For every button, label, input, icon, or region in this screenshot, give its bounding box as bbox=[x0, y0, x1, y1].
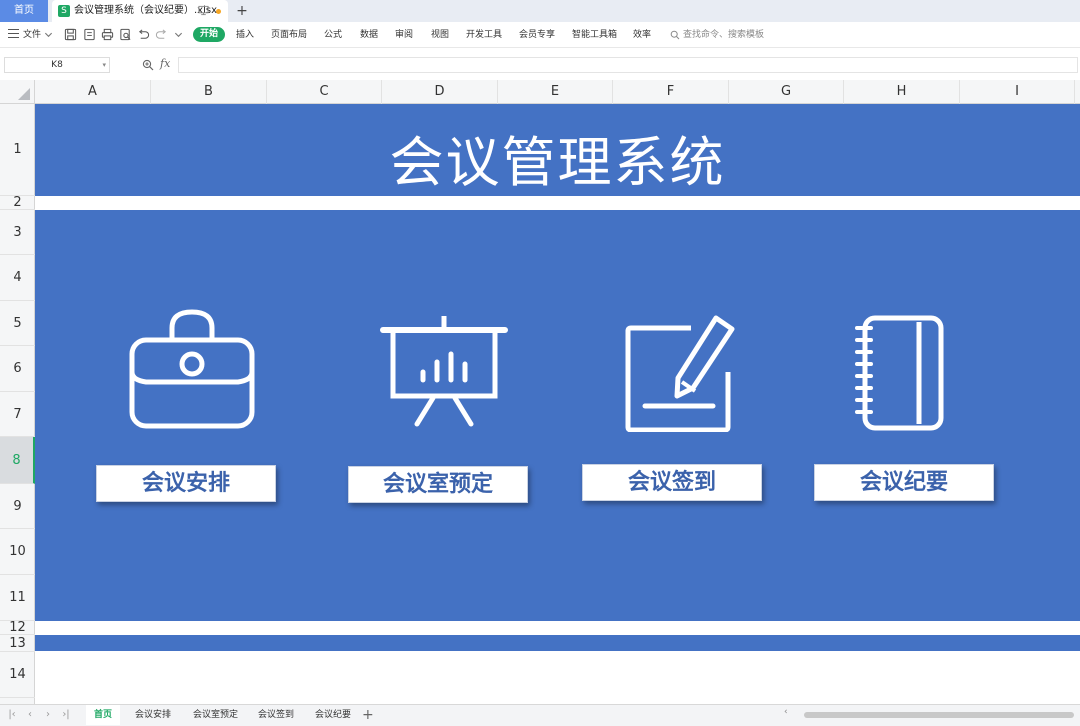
briefcase-icon[interactable] bbox=[126, 304, 258, 434]
menu-formulas[interactable]: 公式 bbox=[324, 27, 342, 43]
first-sheet-icon[interactable]: |‹ bbox=[6, 708, 18, 722]
spreadsheet-file-icon: S bbox=[58, 5, 70, 17]
window-tab-bar: 首页 S 会议管理系统（会议纪要）.xlsx + bbox=[0, 0, 1080, 22]
edit-pencil-icon[interactable] bbox=[621, 314, 739, 432]
sheet-canvas[interactable]: 会议管理系统 会议安排 会议室预定 会议签到 会议纪要 bbox=[35, 104, 1080, 704]
column-header-g[interactable]: G bbox=[729, 80, 844, 104]
menu-view[interactable]: 视图 bbox=[431, 27, 449, 43]
search-icon bbox=[670, 30, 680, 40]
export-pdf-icon[interactable] bbox=[83, 28, 96, 41]
next-sheet-icon[interactable]: › bbox=[42, 708, 54, 722]
column-header-b[interactable]: B bbox=[151, 80, 267, 104]
home-tab[interactable]: 首页 bbox=[0, 0, 48, 22]
sheet-tab-checkin[interactable]: 会议签到 bbox=[250, 705, 302, 725]
scroll-left-icon[interactable]: ‹ bbox=[784, 707, 788, 717]
menu-developer[interactable]: 开发工具 bbox=[466, 27, 502, 43]
chevron-down-icon[interactable] bbox=[44, 30, 53, 39]
new-tab-button[interactable]: + bbox=[234, 0, 250, 22]
meeting-checkin-button[interactable]: 会议签到 bbox=[582, 464, 762, 501]
notebook-icon[interactable] bbox=[853, 314, 947, 432]
file-tab-title: 会议管理系统（会议纪要）.xlsx bbox=[74, 5, 218, 16]
search-placeholder: 查找命令、搜索模板 bbox=[683, 30, 765, 40]
column-header-c[interactable]: C bbox=[267, 80, 382, 104]
menu-efficiency[interactable]: 效率 bbox=[633, 27, 651, 43]
zoom-icon[interactable] bbox=[142, 59, 154, 71]
sheet-tab-home[interactable]: 首页 bbox=[86, 705, 121, 725]
horizontal-scrollbar[interactable]: ‹ bbox=[784, 707, 1074, 720]
column-header-i[interactable]: I bbox=[960, 80, 1075, 104]
undo-icon[interactable] bbox=[137, 28, 150, 41]
row-header-3[interactable]: 3 bbox=[0, 210, 35, 255]
row-headers: 1 2 3 4 5 6 7 8 9 10 11 12 13 14 bbox=[0, 104, 35, 704]
sheet-tab-schedule[interactable]: 会议安排 bbox=[127, 705, 179, 725]
save-icon[interactable] bbox=[64, 28, 77, 41]
footer-band bbox=[35, 635, 1080, 651]
column-headers: A B C D E F G H I bbox=[0, 80, 1080, 104]
add-sheet-button[interactable]: + bbox=[362, 705, 374, 725]
row-header-4[interactable]: 4 bbox=[0, 255, 35, 301]
column-header-h[interactable]: H bbox=[844, 80, 960, 104]
page-title: 会议管理系统 bbox=[389, 131, 726, 194]
column-header-e[interactable]: E bbox=[498, 80, 613, 104]
row-header-12[interactable]: 12 bbox=[0, 620, 35, 635]
last-sheet-icon[interactable]: ›| bbox=[60, 708, 72, 722]
function-icon[interactable]: fx bbox=[160, 57, 170, 70]
row-header-1[interactable]: 1 bbox=[0, 104, 35, 196]
unsaved-dot-icon bbox=[216, 9, 221, 14]
menu-review[interactable]: 审阅 bbox=[395, 27, 413, 43]
print-preview-icon[interactable] bbox=[119, 28, 132, 41]
menu-smart-toolbox[interactable]: 智能工具箱 bbox=[572, 27, 617, 43]
title-band: 会议管理系统 bbox=[35, 104, 1080, 196]
row-header-10[interactable]: 10 bbox=[0, 529, 35, 575]
cell-reference: K8 bbox=[51, 60, 63, 70]
column-header-a[interactable]: A bbox=[35, 80, 151, 104]
quick-access-more-icon[interactable] bbox=[174, 30, 183, 39]
sheet-tab-room-booking[interactable]: 会议室预定 bbox=[185, 705, 246, 725]
row-header-2[interactable]: 2 bbox=[0, 195, 35, 210]
meeting-schedule-button[interactable]: 会议安排 bbox=[96, 465, 276, 502]
monitor-icon[interactable] bbox=[198, 5, 209, 16]
menu-insert[interactable]: 插入 bbox=[236, 27, 254, 43]
redo-icon[interactable] bbox=[155, 28, 168, 41]
prev-sheet-icon[interactable]: ‹ bbox=[24, 708, 36, 722]
name-box-dropdown-icon[interactable]: ▾ bbox=[102, 58, 106, 72]
column-header-d[interactable]: D bbox=[382, 80, 498, 104]
row-header-7[interactable]: 7 bbox=[0, 392, 35, 437]
sheet-tab-bar: |‹ ‹ › ›| 首页 会议安排 会议室预定 会议签到 会议纪要 + ‹ bbox=[0, 704, 1080, 726]
command-search-input[interactable]: 查找命令、搜索模板 bbox=[670, 27, 764, 43]
print-icon[interactable] bbox=[101, 28, 114, 41]
row-header-5[interactable]: 5 bbox=[0, 301, 35, 346]
room-booking-button[interactable]: 会议室预定 bbox=[348, 466, 528, 503]
row-header-8[interactable]: 8 bbox=[0, 437, 35, 484]
sheet-tab-minutes[interactable]: 会议纪要 bbox=[307, 705, 359, 725]
scrollbar-thumb[interactable] bbox=[804, 712, 1074, 718]
presentation-board-icon[interactable] bbox=[379, 314, 509, 428]
row-header-14[interactable]: 14 bbox=[0, 652, 35, 698]
menu-member[interactable]: 会员专享 bbox=[519, 27, 555, 43]
formula-input[interactable] bbox=[178, 57, 1078, 73]
menu-page-layout[interactable]: 页面布局 bbox=[271, 27, 307, 43]
hamburger-menu-icon[interactable] bbox=[8, 29, 19, 38]
file-tab[interactable]: S 会议管理系统（会议纪要）.xlsx bbox=[52, 0, 228, 22]
name-box[interactable]: K8 ▾ bbox=[4, 57, 110, 73]
file-menu-button[interactable]: 文件 bbox=[23, 27, 41, 43]
spreadsheet-app: 首页 S 会议管理系统（会议纪要）.xlsx + 文件 开始 插入 页面布局 公… bbox=[0, 0, 1080, 726]
ribbon-toolbar: 文件 开始 插入 页面布局 公式 数据 审阅 视图 开发工具 会员专享 智能工具… bbox=[0, 22, 1080, 48]
column-header-f[interactable]: F bbox=[613, 80, 729, 104]
start-tab-button[interactable]: 开始 bbox=[193, 27, 225, 42]
row-header-11[interactable]: 11 bbox=[0, 575, 35, 621]
formula-bar: K8 ▾ fx bbox=[0, 55, 1080, 77]
row-header-13[interactable]: 13 bbox=[0, 635, 35, 652]
meeting-minutes-button[interactable]: 会议纪要 bbox=[814, 464, 994, 501]
row-header-6[interactable]: 6 bbox=[0, 346, 35, 392]
menu-data[interactable]: 数据 bbox=[360, 27, 378, 43]
select-all-corner[interactable] bbox=[0, 80, 35, 104]
row-header-9[interactable]: 9 bbox=[0, 484, 35, 529]
